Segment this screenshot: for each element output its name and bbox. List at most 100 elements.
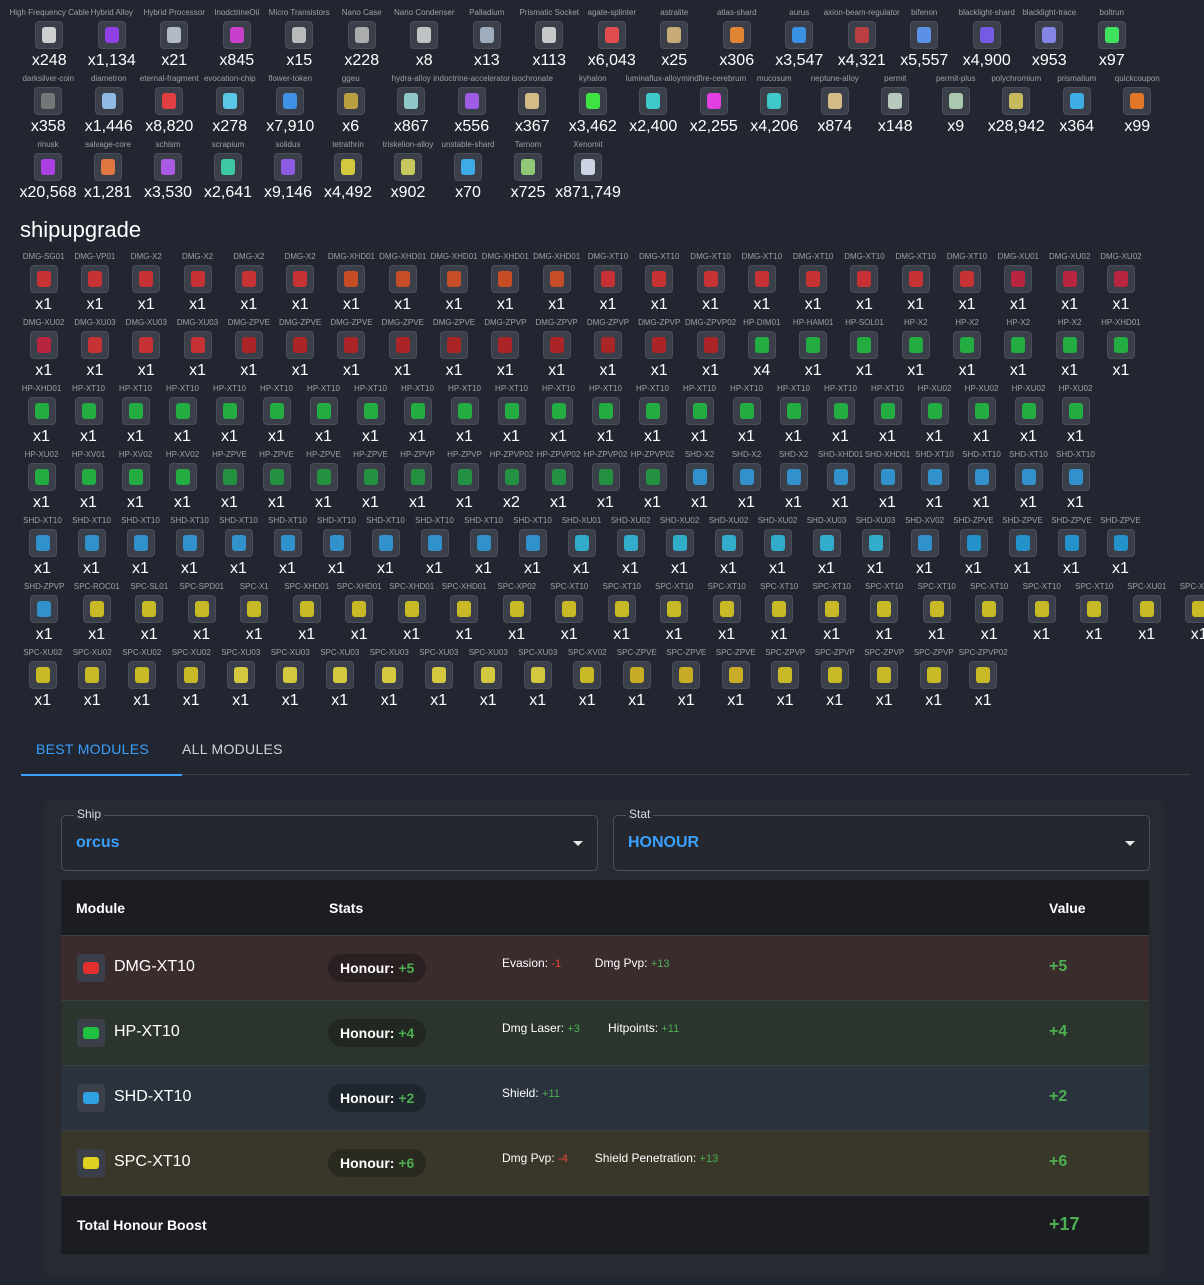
inventory-item[interactable]: SHD-XHD01 x1	[817, 450, 864, 516]
inventory-item[interactable]: HP-XV02 x1	[112, 450, 159, 516]
inventory-item[interactable]: SPC-XHD01 x1	[281, 582, 334, 648]
inventory-item[interactable]: isochronate x367	[502, 74, 563, 140]
inventory-item[interactable]: DMG-XT10 x1	[839, 252, 890, 318]
inventory-item[interactable]: SPC-ZPVP x1	[860, 648, 910, 714]
inventory-item[interactable]: HP-X2 x1	[890, 318, 941, 384]
table-row[interactable]: SPC-XT10 Honour: +6 Dmg Pvp: -4 Shield Pene…	[61, 1131, 1149, 1196]
inventory-item[interactable]: DMG-X2 x1	[172, 252, 223, 318]
inventory-item[interactable]: SHD-XU02 x1	[655, 516, 704, 582]
inventory-item[interactable]: SPC-XHD01 x1	[438, 582, 491, 648]
inventory-item[interactable]: SHD-XU03 x1	[802, 516, 851, 582]
inventory-item[interactable]: HP-XU02 x1	[1052, 384, 1099, 450]
inventory-item[interactable]: Hybrid Alloy x1,134	[81, 8, 144, 74]
inventory-item[interactable]: HP-DIM01 x4	[736, 318, 787, 384]
inventory-item[interactable]: HP-XT10 x1	[629, 384, 676, 450]
inventory-item[interactable]: HP-ZPVE x1	[206, 450, 253, 516]
inventory-item[interactable]: HP-SOL01 x1	[839, 318, 890, 384]
inventory-item[interactable]: HP-XU02 x1	[958, 384, 1005, 450]
inventory-item[interactable]: Tarnom x725	[498, 140, 558, 206]
inventory-item[interactable]: eternal-fragment x8,820	[139, 74, 200, 140]
inventory-item[interactable]: Micro Transistors x15	[268, 8, 331, 74]
inventory-item[interactable]: HP-XHD01 x1	[18, 384, 65, 450]
inventory-item[interactable]: HP-XT10 x1	[159, 384, 206, 450]
inventory-item[interactable]: SPC-XU01 x1	[1173, 582, 1204, 648]
inventory-item[interactable]: SHD-ZPVE x1	[949, 516, 998, 582]
inventory-item[interactable]: HP-XT10 x1	[535, 384, 582, 450]
inventory-item[interactable]: SPC-XU03 x1	[266, 648, 316, 714]
inventory-item[interactable]: DMG-XU01 x1	[993, 252, 1044, 318]
inventory-item[interactable]: SPC-ZPVE x1	[612, 648, 662, 714]
inventory-item[interactable]: HP-X2 x1	[993, 318, 1044, 384]
inventory-item[interactable]: aurus x3,547	[768, 8, 831, 74]
inventory-item[interactable]: SHD-XU02 x1	[704, 516, 753, 582]
inventory-item[interactable]: SHD-XT10 x1	[958, 450, 1005, 516]
inventory-item[interactable]: DMG-ZPVE x1	[377, 318, 428, 384]
inventory-item[interactable]: HP-XT10 x1	[112, 384, 159, 450]
inventory-item[interactable]: ggeu x6	[321, 74, 382, 140]
inventory-item[interactable]: Xenomit x871,749	[555, 140, 621, 206]
inventory-item[interactable]: SPC-XHD01 x1	[333, 582, 386, 648]
inventory-item[interactable]: DMG-XU02 x1	[1044, 252, 1095, 318]
inventory-item[interactable]: Hybrid Processor x21	[143, 8, 206, 74]
inventory-item[interactable]: SHD-X2 x1	[676, 450, 723, 516]
inventory-item[interactable]: HP-XV02 x1	[159, 450, 206, 516]
inventory-item[interactable]: HP-ZPVP x1	[394, 450, 441, 516]
inventory-item[interactable]: SPC-XT10 x1	[806, 582, 859, 648]
inventory-item[interactable]: HP-XT10 x1	[864, 384, 911, 450]
inventory-item[interactable]: SPC-XU02 x1	[117, 648, 167, 714]
inventory-item[interactable]: DMG-XT10 x1	[941, 252, 992, 318]
inventory-item[interactable]: SPC-XHD01 x1	[386, 582, 439, 648]
inventory-item[interactable]: astralite x25	[643, 8, 706, 74]
inventory-item[interactable]: DMG-ZPVP x1	[634, 318, 685, 384]
inventory-item[interactable]: HP-ZPVP x1	[441, 450, 488, 516]
inventory-item[interactable]: DMG-XT10 x1	[685, 252, 736, 318]
inventory-item[interactable]: SPC-XU02 x1	[167, 648, 217, 714]
inventory-item[interactable]: SPC-XT10 x1	[858, 582, 911, 648]
inventory-item[interactable]: DMG-ZPVP x1	[480, 318, 531, 384]
table-row[interactable]: DMG-XT10 Honour: +5 Evasion: -1 Dmg Pvp: +1…	[61, 936, 1149, 1001]
inventory-item[interactable]: SHD-XU02 x1	[606, 516, 655, 582]
inventory-item[interactable]: SPC-XT10 x1	[543, 582, 596, 648]
inventory-item[interactable]: SHD-XT10 x1	[1005, 450, 1052, 516]
inventory-item[interactable]: SPC-XU01 x1	[1121, 582, 1174, 648]
inventory-item[interactable]: SHD-ZPVE x1	[1096, 516, 1145, 582]
inventory-item[interactable]: flower-token x7,910	[260, 74, 321, 140]
inventory-item[interactable]: polychromium x28,942	[986, 74, 1047, 140]
inventory-item[interactable]: DMG-SG01 x1	[18, 252, 69, 318]
inventory-item[interactable]: HP-XHD01 x1	[1095, 318, 1146, 384]
inventory-item[interactable]: DMG-XT10 x1	[890, 252, 941, 318]
inventory-item[interactable]: SHD-ZPVP x1	[18, 582, 71, 648]
inventory-item[interactable]: HP-HAM01 x1	[788, 318, 839, 384]
inventory-item[interactable]: SPC-XT10 x1	[1016, 582, 1069, 648]
inventory-item[interactable]: SPC-XU02 x1	[68, 648, 118, 714]
inventory-item[interactable]: neptune-alloy x874	[805, 74, 866, 140]
inventory-item[interactable]: HP-ZPVP02 x1	[629, 450, 676, 516]
inventory-item[interactable]: HP-XT10 x1	[65, 384, 112, 450]
inventory-item[interactable]: SPC-ZPVP x1	[909, 648, 959, 714]
inventory-item[interactable]: HP-XT10 x1	[582, 384, 629, 450]
inventory-item[interactable]: SPC-XU03 x1	[365, 648, 415, 714]
inventory-item[interactable]: HP-ZPVE x1	[253, 450, 300, 516]
inventory-item[interactable]: InodctrineOil x845	[206, 8, 269, 74]
inventory-item[interactable]: HP-ZPVP02 x1	[535, 450, 582, 516]
inventory-item[interactable]: SPC-XU03 x1	[216, 648, 266, 714]
inventory-item[interactable]: SPC-XP02 x1	[491, 582, 544, 648]
inventory-item[interactable]: SHD-XT10 x1	[459, 516, 508, 582]
tab-best-modules[interactable]: BEST MODULES	[21, 734, 182, 776]
inventory-item[interactable]: quickcoupon x99	[1107, 74, 1168, 140]
inventory-item[interactable]: diametron x1,446	[79, 74, 140, 140]
inventory-item[interactable]: DMG-XHD01 x1	[377, 252, 428, 318]
inventory-item[interactable]: SHD-XT10 x1	[263, 516, 312, 582]
inventory-item[interactable]: prismatium x364	[1047, 74, 1108, 140]
inventory-item[interactable]: HP-ZPVP02 x1	[582, 450, 629, 516]
inventory-item[interactable]: Prismatic Socket x113	[518, 8, 581, 74]
inventory-item[interactable]: Nano Case x228	[331, 8, 394, 74]
inventory-item[interactable]: SPC-XT10 x1	[753, 582, 806, 648]
inventory-item[interactable]: DMG-ZPVE x1	[326, 318, 377, 384]
inventory-item[interactable]: DMG-XU03 x1	[69, 318, 120, 384]
inventory-item[interactable]: DMG-XU02 x1	[18, 318, 69, 384]
inventory-item[interactable]: DMG-XT10 x1	[736, 252, 787, 318]
inventory-item[interactable]: SPC-XU03 x1	[464, 648, 514, 714]
inventory-item[interactable]: solidus x9,146	[258, 140, 318, 206]
inventory-item[interactable]: HP-XU02 x1	[18, 450, 65, 516]
